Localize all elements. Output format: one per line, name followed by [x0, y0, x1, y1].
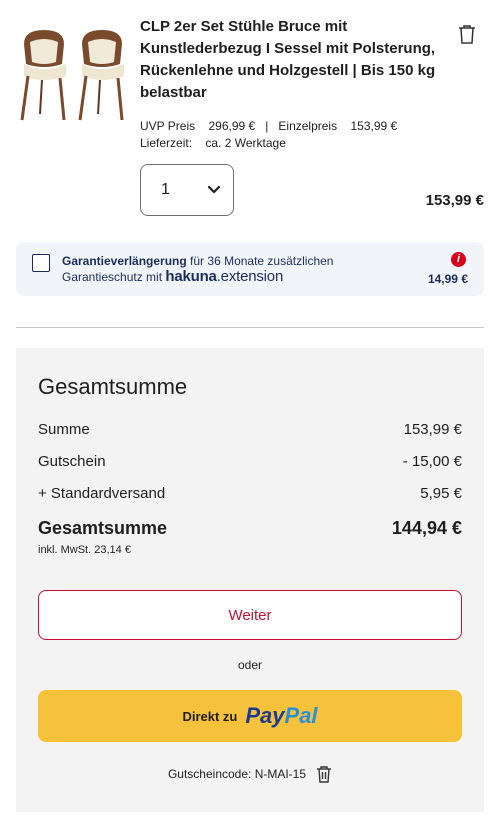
- warranty-text: Garantieverlängerung für 36 Monate zusät…: [62, 253, 362, 285]
- single-price-label: Einzelpreis: [278, 119, 338, 133]
- summary-row-subtotal: Summe 153,99 €: [38, 421, 462, 438]
- hakuna-logo: hakuna.extension: [165, 268, 283, 285]
- row-value: 5,95 €: [420, 485, 462, 502]
- row-value: - 15,00 €: [402, 453, 462, 470]
- total-label: Gesamtsumme: [38, 518, 168, 538]
- summary-title: Gesamtsumme: [38, 374, 188, 399]
- coupon-code: Gutscheincode: N-MAI-15: [167, 767, 307, 781]
- row-label: + Standardversand: [38, 485, 166, 502]
- meta-separator: |: [265, 119, 269, 133]
- or-separator: oder: [237, 658, 263, 672]
- warranty-text-1: für 36 Monate zusätzlichen: [186, 254, 334, 268]
- paypal-logo-pay: Pay: [245, 703, 285, 728]
- uvp-label: UVP Preis: [140, 119, 196, 133]
- remove-coupon-trash-icon[interactable]: [316, 765, 332, 783]
- continue-label: Weiter: [228, 606, 272, 624]
- warranty-extension-box: Garantieverlängerung für 36 Monate zusät…: [16, 242, 484, 296]
- chevron-down-icon: [207, 185, 221, 194]
- hakuna-logo-a: hakuna: [165, 268, 217, 285]
- summary-row-total: Gesamtsumme 144,94 €: [38, 518, 462, 539]
- delivery-label: Lieferzeit:: [140, 136, 193, 150]
- continue-button[interactable]: Weiter: [38, 590, 462, 640]
- warranty-checkbox[interactable]: [32, 254, 50, 272]
- remove-item-trash-icon[interactable]: [458, 24, 476, 44]
- summary-row-shipping: + Standardversand 5,95 €: [38, 485, 462, 502]
- paypal-logo: PayPal: [245, 703, 317, 729]
- single-price-value: 153,99 €: [350, 119, 398, 133]
- row-value: 153,99 €: [403, 421, 462, 438]
- divider: [16, 327, 484, 328]
- item-price: 153,99 €: [425, 192, 484, 209]
- paypal-button[interactable]: Direkt zu PayPal: [38, 690, 462, 742]
- paypal-logo-pal: Pal: [284, 703, 318, 728]
- order-summary: Gesamtsumme Summe 153,99 € Gutschein - 1…: [16, 348, 484, 812]
- paypal-label: Direkt zu: [182, 708, 238, 724]
- row-label: Gutschein: [38, 453, 106, 470]
- summary-row-voucher: Gutschein - 15,00 €: [38, 453, 462, 470]
- product-title[interactable]: CLP 2er Set Stühle Bruce mit Kunstlederb…: [140, 16, 440, 104]
- delivery-value: ca. 2 Werktage: [205, 136, 286, 150]
- product-meta: UVP Preis 296,99 € | Einzelpreis 153,99 …: [140, 118, 397, 152]
- quantity-select[interactable]: 1: [140, 164, 234, 216]
- warranty-text-2: Garantieschutz mit: [62, 270, 166, 284]
- coupon-code-row: Gutscheincode: N-MAI-15: [16, 765, 484, 783]
- info-icon[interactable]: i: [451, 252, 466, 267]
- quantity-value: 1: [161, 181, 170, 198]
- uvp-value: 296,99 €: [208, 119, 256, 133]
- hakuna-logo-b: .extension: [216, 268, 284, 285]
- warranty-price: 14,99 €: [427, 272, 468, 286]
- total-value: 144,94 €: [391, 518, 462, 538]
- cart-item: CLP 2er Set Stühle Bruce mit Kunstlederb…: [16, 12, 484, 242]
- row-label: Summe: [38, 421, 90, 438]
- vat-note: inkl. MwSt. 23,14 €: [38, 544, 131, 556]
- warranty-title: Garantieverlängerung: [62, 254, 187, 268]
- product-image[interactable]: [16, 24, 132, 124]
